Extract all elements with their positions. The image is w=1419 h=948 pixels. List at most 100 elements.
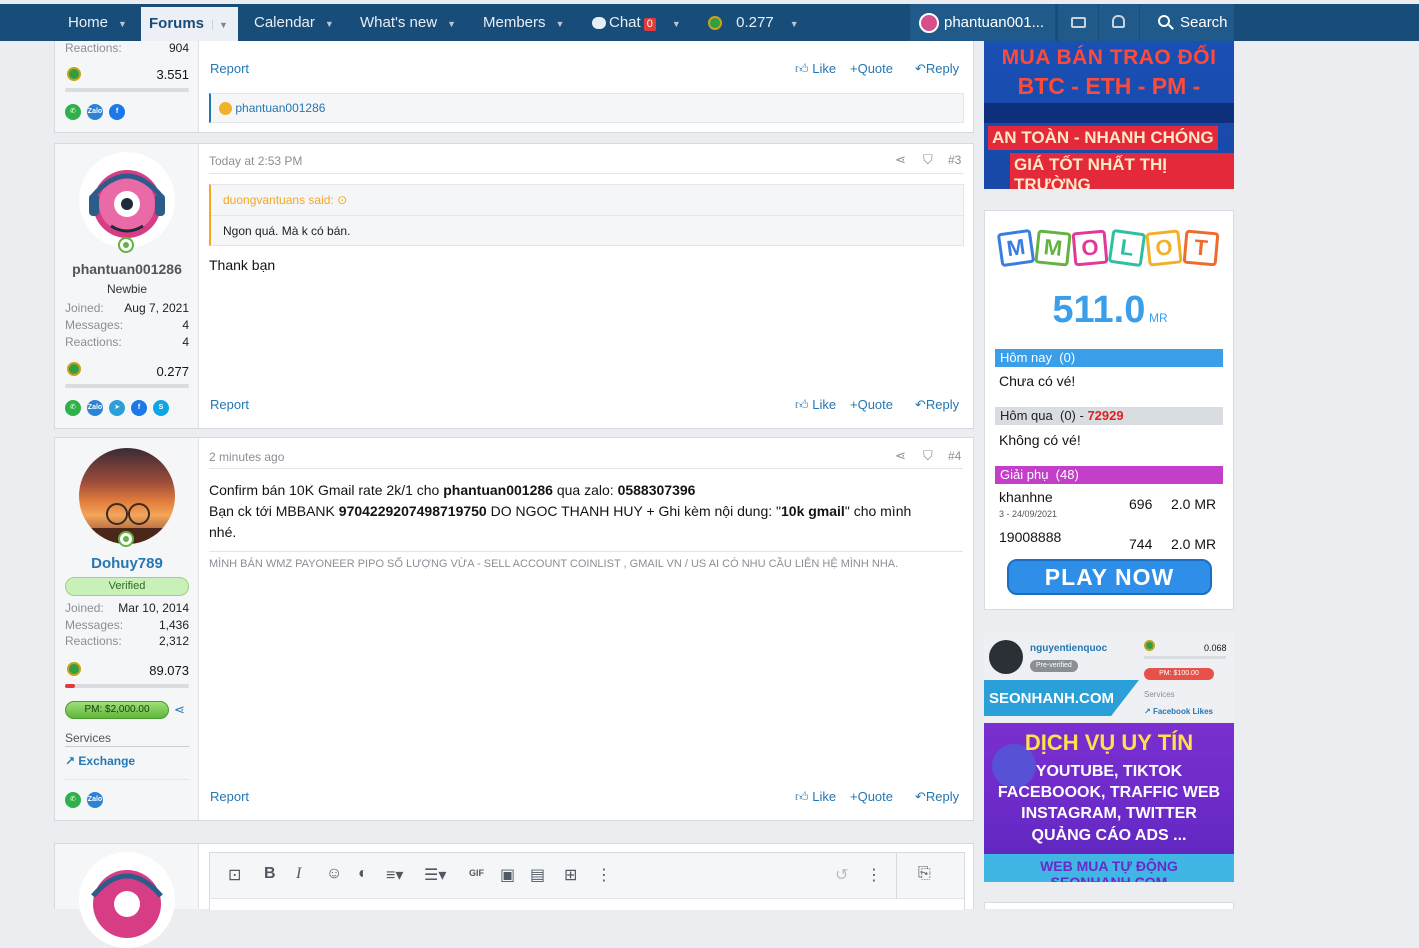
more-options-icon[interactable]: ⋮ — [596, 865, 612, 885]
nav-points[interactable]: 0.277 ▼ — [708, 4, 799, 41]
share-icon[interactable]: ⋖ — [174, 702, 185, 718]
account-menu[interactable]: phantuan001... — [910, 4, 1055, 41]
more-options-icon[interactable]: ⋮ — [866, 865, 882, 885]
post-timestamp[interactable]: Today at 2:53 PM — [209, 154, 302, 168]
reply-icon: ↶ — [915, 61, 926, 76]
avatar[interactable] — [79, 152, 175, 248]
points-bar — [65, 384, 189, 388]
report-link[interactable]: Report — [210, 61, 249, 76]
quote-author[interactable]: duongvantuans said: ⊙ — [223, 193, 347, 207]
gif-icon[interactable]: GIF — [469, 868, 484, 878]
share-icon[interactable]: ⋖ — [895, 448, 906, 464]
top-navigation: Home ▼ Forums ▼ Calendar ▼ What's new ▼ Memb… — [0, 4, 1419, 41]
telegram-icon[interactable]: ➤ — [109, 399, 125, 416]
italic-icon[interactable]: I — [296, 865, 301, 883]
smiley-icon[interactable]: ☺ — [326, 865, 342, 883]
avatar[interactable] — [79, 448, 175, 544]
media-icon[interactable]: ▤ — [530, 865, 545, 885]
image-icon[interactable]: ▣ — [500, 865, 515, 885]
post-previous: Reactions: 904 3.551 ✆ Zalo f Report 👍︎ Lik… — [54, 41, 974, 133]
exchange-link[interactable]: ↗ Exchange — [65, 754, 135, 768]
thumb-up-icon: 👍︎ — [795, 397, 809, 412]
phone-icon[interactable]: ✆ — [65, 103, 81, 120]
quote-button[interactable]: +Quote — [850, 397, 893, 412]
toggle-bbcode-icon[interactable]: ⊡ — [228, 865, 241, 885]
preview-icon[interactable]: ⎘ — [918, 865, 931, 883]
bookmark-icon[interactable]: ⛉ — [923, 152, 933, 168]
post-4: Dohuy789 Verified Joined: Mar 10, 2014 Me… — [54, 437, 974, 821]
bell-icon — [1112, 15, 1125, 28]
post-number[interactable]: #3 — [948, 153, 961, 167]
zalo-icon[interactable]: Zalo — [87, 103, 103, 120]
mmolot-logo[interactable]: M M O L O T — [996, 227, 1221, 271]
like-button[interactable]: 👍︎ Like — [795, 397, 836, 413]
phone-icon[interactable]: ✆ — [65, 399, 81, 416]
play-now-button[interactable]: PLAY NOW — [1007, 559, 1212, 595]
quote-block: duongvantuans said: ⊙ Ngon quá. Mà k có … — [209, 184, 964, 246]
inbox-button[interactable] — [1058, 4, 1098, 41]
medal-icon — [67, 362, 81, 376]
share-icon[interactable]: ⋖ — [895, 152, 906, 168]
zalo-icon[interactable]: Zalo — [87, 791, 103, 808]
winners-list: khanhne 3 - 24/09/2021 696 2.0 MR 190088… — [999, 487, 1223, 549]
reply-button[interactable]: ↶Reply — [915, 397, 959, 413]
list-icon[interactable]: ☰▾ — [424, 865, 446, 885]
username[interactable]: Dohuy789 — [55, 555, 199, 572]
chevron-down-icon[interactable]: ▼ — [672, 19, 681, 29]
user-column: Dohuy789 Verified Joined: Mar 10, 2014 Me… — [55, 438, 199, 820]
zalo-icon[interactable]: Zalo — [87, 399, 103, 416]
reply-area: ⊡ B I ☺ ◐ ≡▾ ☰▾ GIF ▣ ▤ ⊞ ⋮ ↺ ⋮ ⎘ — [54, 843, 974, 948]
align-icon[interactable]: ≡▾ — [386, 865, 403, 885]
ad-banner-seonhanh[interactable]: nguyentienquoc Pre-verified 0.068 PM: $1… — [984, 632, 1234, 882]
reply-button[interactable]: ↶Reply — [915, 61, 959, 77]
report-link[interactable]: Report — [210, 397, 249, 412]
reply-button[interactable]: ↶Reply — [915, 789, 959, 805]
username[interactable]: phantuan001286 — [55, 261, 199, 277]
chevron-down-icon[interactable]: ▼ — [556, 19, 565, 29]
facebook-icon[interactable]: f — [109, 103, 125, 120]
report-link[interactable]: Report — [210, 789, 249, 804]
signature: MÌNH BÁN WMZ PAYONEER PIPO SỐ LƯỢNG VỪA … — [209, 558, 899, 570]
bookmark-icon[interactable]: ⛉ — [923, 448, 933, 464]
bold-icon[interactable]: B — [264, 865, 276, 883]
nav-whats-new[interactable]: What's new ▼ — [360, 4, 456, 41]
nav-chat[interactable]: Chat 0 ▼ — [592, 4, 681, 41]
chevron-down-icon[interactable]: ▼ — [325, 19, 334, 29]
thumb-up-icon: 👍︎ — [795, 61, 809, 76]
reply-icon: ↶ — [915, 789, 926, 804]
medal-icon — [708, 16, 722, 31]
skype-icon[interactable]: S — [153, 399, 169, 416]
post-body: Thank bạn — [209, 257, 276, 273]
thumb-up-icon: 👍︎ — [795, 789, 809, 804]
like-button[interactable]: 👍︎ Like — [795, 61, 836, 77]
post-timestamp[interactable]: 2 minutes ago — [209, 450, 284, 464]
undo-icon[interactable]: ↺ — [835, 865, 848, 885]
ad-banner-exchange[interactable]: MUA BÁN TRAO ĐỔI BTC - ETH - PM - USDT A… — [984, 41, 1234, 189]
reactions-bar[interactable]: phantuan001286 — [209, 93, 964, 123]
chevron-down-icon[interactable]: ▼ — [447, 19, 456, 29]
nav-forums[interactable]: Forums ▼ — [141, 7, 238, 41]
nav-calendar[interactable]: Calendar ▼ — [254, 4, 334, 41]
chevron-down-icon[interactable]: ▼ — [212, 20, 228, 30]
search-button[interactable]: Search — [1140, 4, 1234, 41]
chevron-down-icon[interactable]: ▼ — [118, 19, 127, 29]
chevron-down-icon[interactable]: ▼ — [790, 19, 799, 29]
nav-home[interactable]: Home ▼ — [68, 4, 127, 41]
quote-button[interactable]: +Quote — [850, 61, 893, 76]
alerts-button[interactable] — [1099, 4, 1139, 41]
editor-toolbar: ⊡ B I ☺ ◐ ≡▾ ☰▾ GIF ▣ ▤ ⊞ ⋮ ↺ ⋮ ⎘ — [210, 853, 964, 899]
phone-icon[interactable]: ✆ — [65, 791, 81, 808]
facebook-icon[interactable]: f — [131, 399, 147, 416]
post-number[interactable]: #4 — [948, 449, 961, 463]
like-button[interactable]: 👍︎ Like — [795, 789, 836, 805]
palette-icon[interactable]: ◐ — [358, 865, 368, 883]
user-title: Newbie — [106, 282, 148, 296]
medal-icon — [67, 662, 81, 676]
user-column — [55, 844, 199, 948]
quote-button[interactable]: +Quote — [850, 789, 893, 804]
external-link-icon: ↗ — [1144, 707, 1151, 716]
nav-members[interactable]: Members ▼ — [483, 4, 564, 41]
table-icon[interactable]: ⊞ — [564, 865, 577, 885]
chat-count-badge: 0 — [643, 18, 656, 31]
sub-prize-header: Giải phụ (48) — [995, 466, 1223, 484]
